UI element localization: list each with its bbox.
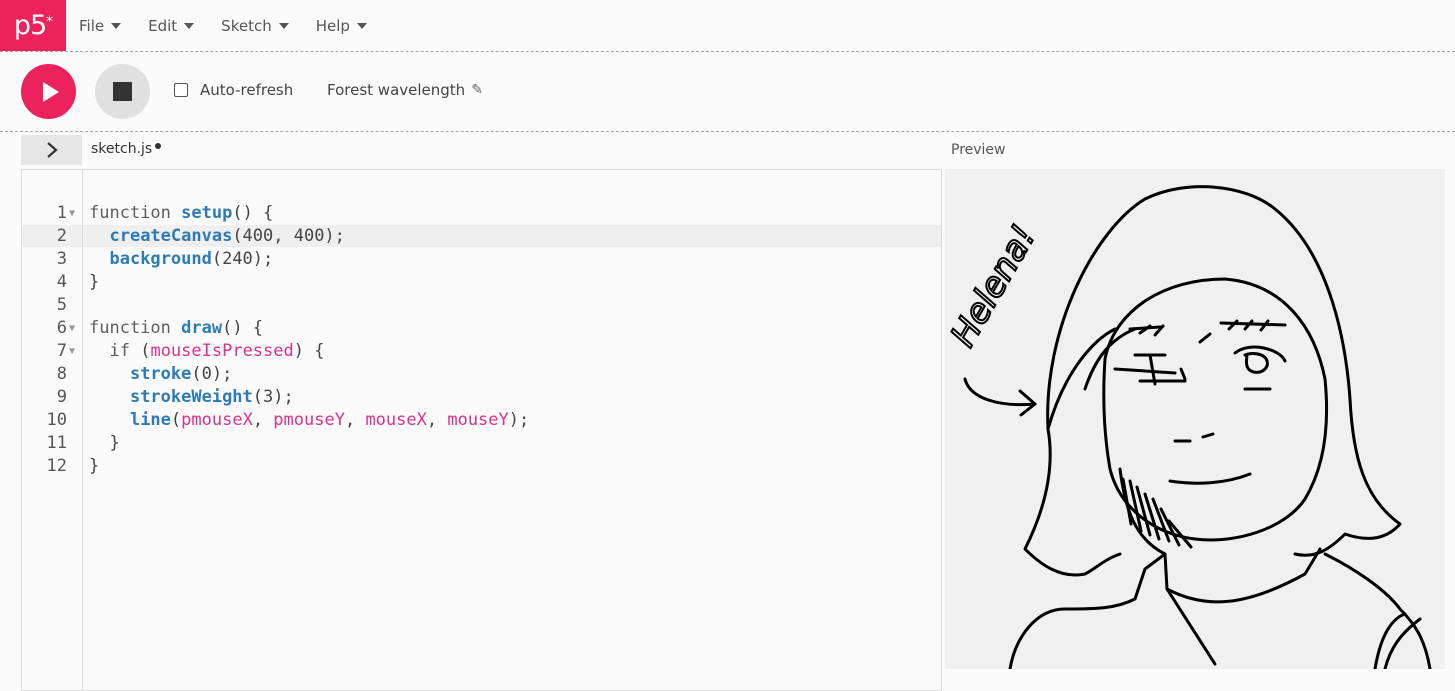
menu-sketch-label: Sketch <box>221 16 272 35</box>
code-line[interactable]: function setup() { <box>89 202 529 225</box>
sidebar-toggle-button[interactable] <box>21 135 82 165</box>
line-number: 6 ▼ <box>56 318 76 338</box>
menu-file-label: File <box>79 16 105 35</box>
code-lines[interactable]: function setup() { createCanvas(400, 400… <box>89 202 529 478</box>
fold-arrow-icon[interactable]: ▼ <box>69 340 75 363</box>
menu-bar: File Edit Sketch Help <box>79 0 394 51</box>
auto-refresh-toggle: Auto-refresh <box>174 81 293 99</box>
code-line[interactable]: } <box>89 432 529 455</box>
chevron-down-icon <box>111 22 122 29</box>
code-line[interactable]: if (mouseIsPressed) { <box>89 340 529 363</box>
line-number: 3 <box>56 249 67 269</box>
auto-refresh-label[interactable]: Auto-refresh <box>200 81 293 99</box>
line-number: 1 ▼ <box>56 203 76 223</box>
top-nav: p5 * File Edit Sketch Help <box>0 0 1455 52</box>
unsaved-indicator <box>155 143 162 149</box>
pencil-icon: ✎ <box>471 82 483 98</box>
file-tab-label: sketch.js <box>91 141 153 157</box>
line-number: 5 <box>56 295 67 315</box>
code-line[interactable]: background(240); <box>89 248 529 271</box>
line-number: 4 <box>56 272 67 292</box>
menu-sketch[interactable]: Sketch <box>221 17 289 35</box>
chevron-down-icon <box>184 22 195 29</box>
code-line[interactable] <box>89 294 529 317</box>
menu-help-label: Help <box>315 16 350 35</box>
code-line[interactable]: function draw() { <box>89 317 529 340</box>
menu-edit[interactable]: Edit <box>148 16 195 35</box>
line-number: 9 <box>56 387 67 407</box>
fold-arrow-icon[interactable]: ▼ <box>69 202 75 225</box>
menu-edit-label: Edit <box>148 16 178 35</box>
chevron-down-icon <box>356 22 367 29</box>
line-number: 11 <box>46 433 67 453</box>
code-editor[interactable]: 1 ▼ 2 3 4 5 6 ▼ 7 ▼ 8 9 10 11 12 function s… <box>21 169 942 691</box>
chevron-down-icon <box>278 22 289 29</box>
drawing-handwritten-text: Helena! <box>945 218 1044 353</box>
line-number: 10 <box>46 410 67 430</box>
sketch-name: Forest wavelength <box>327 81 466 99</box>
menu-help[interactable]: Help <box>316 17 367 35</box>
play-icon <box>42 81 59 102</box>
code-line[interactable]: strokeWeight(3); <box>89 386 529 409</box>
stop-button[interactable] <box>95 64 150 119</box>
preview-label: Preview <box>951 142 1006 158</box>
line-number: 8 <box>56 364 67 384</box>
menu-file[interactable]: File <box>79 16 122 35</box>
sketch-name-edit[interactable]: Forest wavelength ✎ <box>327 81 483 99</box>
stop-icon <box>113 82 132 101</box>
p5-logo[interactable]: p5 * <box>0 0 66 51</box>
toolbar: Auto-refresh Forest wavelength ✎ <box>0 52 1455 132</box>
play-button[interactable] <box>21 64 76 119</box>
chevron-right-icon <box>46 142 58 158</box>
logo-text: p5 <box>13 10 47 41</box>
fold-arrow-icon[interactable]: ▼ <box>69 317 75 340</box>
code-line[interactable]: } <box>89 455 529 478</box>
line-number: 12 <box>46 456 67 476</box>
file-tab-sketch-js[interactable]: sketch.js <box>91 141 162 157</box>
code-line[interactable]: } <box>89 271 529 294</box>
line-number: 2 <box>56 226 67 246</box>
line-number: 7 ▼ <box>56 341 76 361</box>
code-line[interactable]: stroke(0); <box>89 363 529 386</box>
preview-canvas[interactable]: Helena! <box>945 169 1445 669</box>
code-line[interactable]: createCanvas(400, 400); <box>89 225 529 248</box>
auto-refresh-checkbox[interactable] <box>174 83 188 97</box>
logo-mark: * <box>46 13 53 30</box>
line-numbers: 1 ▼ 2 3 4 5 6 ▼ 7 ▼ 8 9 10 11 12 <box>22 202 76 478</box>
sketch-drawing: Helena! <box>945 185 1432 669</box>
code-line[interactable]: line(pmouseX, pmouseY, mouseX, mouseY); <box>89 409 529 432</box>
